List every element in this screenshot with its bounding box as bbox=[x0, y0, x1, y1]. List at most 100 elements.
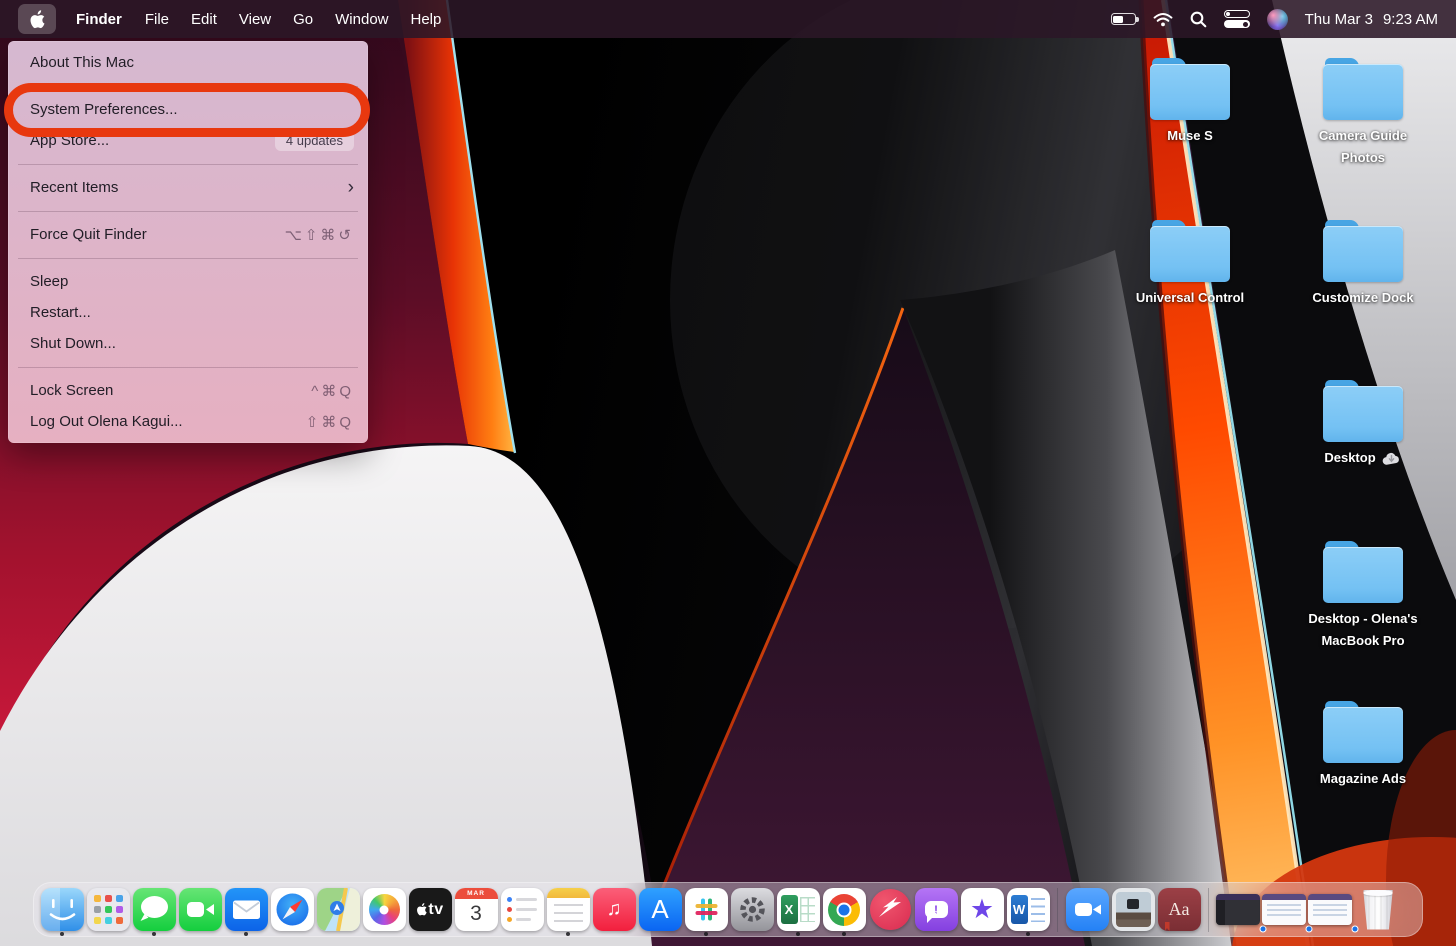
desktop-folder-universal-control[interactable]: Universal Control bbox=[1125, 220, 1255, 309]
shortcut-label: ⌥⇧⌘↺ bbox=[285, 226, 354, 244]
folder-icon bbox=[1323, 541, 1403, 603]
menu-item-recent-items[interactable]: Recent Items › bbox=[8, 172, 368, 203]
apple-menu-button[interactable] bbox=[18, 4, 56, 34]
dock-maps[interactable] bbox=[315, 882, 361, 937]
menu-separator bbox=[8, 250, 368, 266]
dock-chrome[interactable] bbox=[821, 882, 867, 937]
trash-icon bbox=[1362, 890, 1395, 930]
menubar-item-edit[interactable]: Edit bbox=[180, 0, 228, 38]
dictionary-icon: Aa bbox=[1158, 888, 1201, 931]
maps-icon bbox=[317, 888, 360, 931]
search-icon[interactable] bbox=[1190, 11, 1207, 28]
siri-icon[interactable] bbox=[1267, 9, 1288, 30]
battery-icon[interactable] bbox=[1111, 13, 1136, 25]
dock-trash[interactable] bbox=[1353, 882, 1403, 937]
desktop-folder-muse-s[interactable]: Muse S bbox=[1125, 58, 1255, 147]
desktop-folder-camera-guide-photos[interactable]: Camera Guide Photos bbox=[1298, 58, 1428, 170]
apple-tv-icon: tv bbox=[409, 888, 452, 931]
facetime-icon bbox=[179, 888, 222, 931]
launchpad-icon bbox=[87, 888, 130, 931]
dock-imovie[interactable]: ★ bbox=[959, 882, 1005, 937]
dock-finder[interactable] bbox=[39, 882, 85, 937]
dock-word[interactable]: W bbox=[1005, 882, 1051, 937]
notes-icon bbox=[547, 888, 590, 931]
menu-item-app-store[interactable]: App Store... 4 updates bbox=[8, 125, 368, 156]
folder-icon bbox=[1323, 701, 1403, 763]
mail-icon bbox=[225, 888, 268, 931]
reminders-icon bbox=[501, 888, 544, 931]
dock-calendar[interactable]: MAR 3 bbox=[453, 882, 499, 937]
shortcut-label: ⇧⌘Q bbox=[306, 413, 354, 431]
skitch-icon bbox=[870, 889, 911, 930]
dock-divider bbox=[1057, 888, 1058, 932]
dock-excel[interactable]: X bbox=[775, 882, 821, 937]
messages-icon bbox=[133, 888, 176, 931]
minimized-window-thumbnail bbox=[1216, 894, 1260, 925]
dock-feedback-assistant[interactable]: ! bbox=[913, 882, 959, 937]
dock-reminders[interactable] bbox=[499, 882, 545, 937]
menu-separator bbox=[8, 203, 368, 219]
dock-app-store[interactable]: A bbox=[637, 882, 683, 937]
dock-facetime[interactable] bbox=[177, 882, 223, 937]
menu-item-about-this-mac[interactable]: About This Mac bbox=[8, 47, 368, 78]
menubar-item-view[interactable]: View bbox=[228, 0, 282, 38]
menu-separator bbox=[8, 359, 368, 375]
submenu-chevron-icon: › bbox=[348, 178, 354, 197]
desktop-folder-desktop-olenas-macbook-pro[interactable]: Desktop - Olena's MacBook Pro bbox=[1298, 541, 1428, 653]
finder-icon bbox=[41, 888, 84, 931]
menubar-item-help[interactable]: Help bbox=[400, 0, 453, 38]
menubar-app-name[interactable]: Finder bbox=[64, 0, 134, 38]
menu-item-force-quit-finder[interactable]: Force Quit Finder ⌥⇧⌘↺ bbox=[8, 219, 368, 250]
chrome-icon bbox=[823, 888, 866, 931]
dock-launchpad[interactable] bbox=[85, 882, 131, 937]
dock-minimized-chrome-window-3[interactable] bbox=[1307, 882, 1353, 937]
desk-photo-icon bbox=[1112, 888, 1155, 931]
dock-safari[interactable] bbox=[269, 882, 315, 937]
dock-minimized-chrome-window-1[interactable] bbox=[1215, 882, 1261, 937]
menu-item-lock-screen[interactable]: Lock Screen ^⌘Q bbox=[8, 375, 368, 406]
dock-music[interactable]: ♫ bbox=[591, 882, 637, 937]
music-icon: ♫ bbox=[593, 888, 636, 931]
menubar-item-window[interactable]: Window bbox=[324, 0, 399, 38]
wifi-icon[interactable] bbox=[1153, 12, 1173, 27]
dock-slack[interactable] bbox=[683, 882, 729, 937]
dock-apple-tv[interactable]: tv bbox=[407, 882, 453, 937]
control-center-icon[interactable] bbox=[1224, 10, 1250, 28]
menu-item-system-preferences[interactable]: System Preferences... bbox=[8, 94, 368, 125]
safari-icon bbox=[271, 888, 314, 931]
folder-icon bbox=[1323, 58, 1403, 120]
calendar-icon: MAR 3 bbox=[455, 888, 498, 931]
dock-messages[interactable] bbox=[131, 882, 177, 937]
dock-minimized-chrome-window-2[interactable] bbox=[1261, 882, 1307, 937]
zoom-icon bbox=[1066, 888, 1109, 931]
menu-separator bbox=[8, 156, 368, 172]
menu-item-shut-down[interactable]: Shut Down... bbox=[8, 328, 368, 359]
menubar-item-go[interactable]: Go bbox=[282, 0, 324, 38]
menu-item-sleep[interactable]: Sleep bbox=[8, 266, 368, 297]
menubar-item-file[interactable]: File bbox=[134, 0, 180, 38]
slack-icon bbox=[685, 888, 728, 931]
menubar-time: 9:23 AM bbox=[1383, 11, 1438, 28]
dock-system-preferences[interactable] bbox=[729, 882, 775, 937]
macos-desktop: Finder File Edit View Go Window Help bbox=[0, 0, 1456, 946]
menubar-clock[interactable]: Thu Mar 3 9:23 AM bbox=[1305, 11, 1438, 28]
dock-skitch[interactable] bbox=[867, 882, 913, 937]
dock-mail[interactable] bbox=[223, 882, 269, 937]
desktop-folder-magazine-ads[interactable]: Magazine Ads bbox=[1298, 701, 1428, 790]
dock-zoom[interactable] bbox=[1064, 882, 1110, 937]
icloud-download-icon bbox=[1381, 451, 1402, 466]
system-preferences-gear-icon bbox=[731, 888, 774, 931]
menu-item-log-out[interactable]: Log Out Olena Kagui... ⇧⌘Q bbox=[8, 406, 368, 437]
dock-photos[interactable] bbox=[361, 882, 407, 937]
dock-notes[interactable] bbox=[545, 882, 591, 937]
menubar-date: Thu Mar 3 bbox=[1305, 11, 1373, 28]
menu-item-restart[interactable]: Restart... bbox=[8, 297, 368, 328]
feedback-assistant-icon: ! bbox=[915, 888, 958, 931]
folder-icon bbox=[1150, 58, 1230, 120]
folder-icon bbox=[1323, 220, 1403, 282]
desktop-folder-customize-dock[interactable]: Customize Dock bbox=[1298, 220, 1428, 309]
dock-dictionary[interactable]: Aa bbox=[1156, 882, 1202, 937]
dock-desk-photo-app[interactable] bbox=[1110, 882, 1156, 937]
desktop-folder-desktop[interactable]: Desktop bbox=[1298, 380, 1428, 469]
dock-divider bbox=[1208, 888, 1209, 932]
